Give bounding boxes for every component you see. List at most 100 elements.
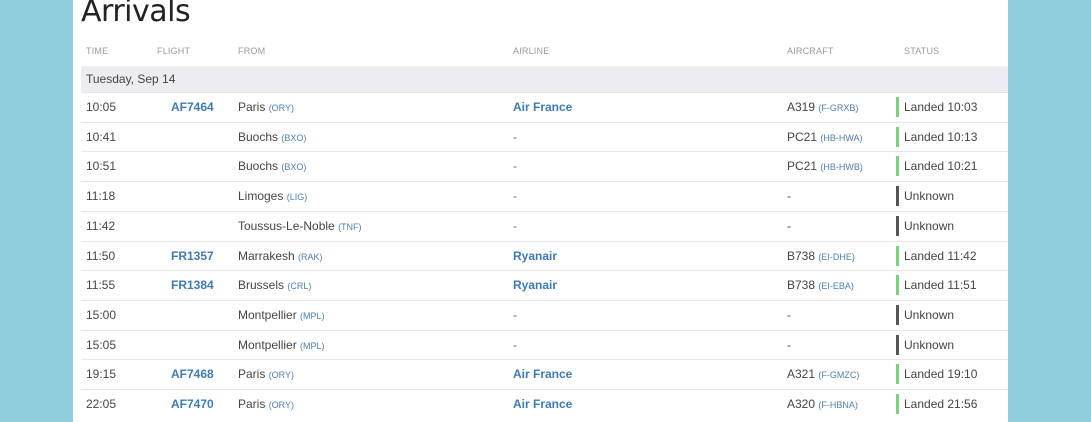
arrival-time: 19:15 bbox=[86, 367, 117, 382]
aircraft-info: - bbox=[787, 219, 791, 233]
origin-airport[interactable]: Paris (ORY) bbox=[238, 100, 294, 114]
column-header-flight: FLIGHT bbox=[157, 46, 191, 56]
aircraft-info: PC21 (HB-HWB) bbox=[787, 159, 863, 173]
airline-link[interactable]: Ryanair bbox=[513, 249, 557, 263]
aircraft-type: A321 bbox=[787, 367, 816, 382]
origin-code[interactable]: (BXO) bbox=[281, 133, 306, 143]
page-title: Arrivals bbox=[81, 0, 191, 29]
origin-code[interactable]: (CRL) bbox=[287, 281, 311, 291]
aircraft-info: - bbox=[787, 338, 791, 352]
status-text: Landed 19:10 bbox=[904, 367, 978, 382]
origin-airport[interactable]: Marrakesh (RAK) bbox=[238, 249, 323, 263]
table-row[interactable]: 10:05 AF7464 Paris (ORY) Air France A319 (F-… bbox=[81, 92, 1008, 122]
origin-airport[interactable]: Brussels (CRL) bbox=[238, 278, 311, 292]
aircraft-info: - bbox=[787, 189, 791, 203]
origin-airport[interactable]: Limoges (LIG) bbox=[238, 189, 307, 203]
aircraft-registration-link[interactable]: (EI-DHE) bbox=[818, 252, 855, 262]
flight-number-link[interactable]: FR1357 bbox=[171, 249, 214, 263]
status-indicator bbox=[896, 364, 899, 385]
status-indicator bbox=[896, 156, 899, 177]
table-row[interactable]: 10:41 Buochs (BXO) - PC21 (HB-HWA) Landed 10… bbox=[81, 121, 1008, 152]
aircraft-registration-link[interactable]: (HB-HWA) bbox=[820, 133, 862, 143]
table-row[interactable]: 11:18 Limoges (LIG) - - Unknown bbox=[81, 181, 1008, 211]
origin-city: Brussels bbox=[238, 278, 285, 293]
origin-city: Montpellier bbox=[238, 337, 297, 352]
arrival-time: 10:41 bbox=[86, 129, 117, 144]
table-row[interactable]: 11:50 FR1357 Marrakesh (RAK) Ryanair B738 (E… bbox=[81, 240, 1008, 271]
origin-code[interactable]: (MPL) bbox=[300, 341, 325, 351]
airline-link[interactable]: Ryanair bbox=[513, 278, 557, 292]
airline-link: - bbox=[513, 189, 517, 204]
origin-airport[interactable]: Paris (ORY) bbox=[238, 397, 294, 411]
table-row[interactable]: 15:05 Montpellier (MPL) - - Unknown bbox=[81, 329, 1008, 360]
aircraft-registration-link[interactable]: (EI-EBA) bbox=[818, 281, 854, 291]
status-indicator bbox=[896, 304, 899, 325]
table-row[interactable]: 10:51 Buochs (BXO) - PC21 (HB-HWB) Landed 10… bbox=[81, 151, 1008, 181]
arrival-time: 11:42 bbox=[86, 218, 116, 233]
aircraft-type: B738 bbox=[787, 248, 816, 263]
table-row[interactable]: 15:00 Montpellier (MPL) - - Unknown bbox=[81, 299, 1008, 330]
arrival-time: 10:51 bbox=[86, 159, 117, 174]
arrival-time: 11:55 bbox=[86, 278, 116, 293]
arrival-time: 11:18 bbox=[86, 189, 116, 204]
status-text: Landed 10:21 bbox=[904, 159, 978, 174]
status-text: Unknown bbox=[904, 307, 955, 322]
origin-code[interactable]: (TNF) bbox=[338, 222, 362, 232]
origin-airport[interactable]: Toussus-Le-Noble (TNF) bbox=[238, 219, 362, 233]
arrival-time: 15:05 bbox=[86, 337, 117, 352]
day-separator: Tuesday, Sep 14 bbox=[81, 66, 1008, 92]
table-row[interactable]: 11:55 FR1384 Brussels (CRL) Ryanair B738 (EI… bbox=[81, 270, 1008, 300]
arrival-time: 22:05 bbox=[86, 397, 117, 411]
aircraft-type: A319 bbox=[787, 100, 816, 114]
origin-code[interactable]: (BXO) bbox=[281, 162, 306, 172]
origin-city: Paris bbox=[238, 100, 266, 114]
aircraft-registration-link[interactable]: (F-GMZC) bbox=[818, 370, 859, 380]
origin-city: Buochs bbox=[238, 129, 279, 144]
airline-link[interactable]: Air France bbox=[513, 367, 572, 381]
aircraft-registration-link[interactable]: (F-GRXB) bbox=[818, 103, 858, 113]
origin-airport[interactable]: Montpellier (MPL) bbox=[238, 308, 325, 322]
flight-number-link[interactable]: AF7470 bbox=[171, 397, 214, 411]
airline-link: - bbox=[513, 337, 517, 352]
origin-city: Marrakesh bbox=[238, 248, 295, 263]
aircraft-info: B738 (EI-DHE) bbox=[787, 249, 855, 263]
origin-code[interactable]: (MPL) bbox=[300, 311, 325, 321]
airline-link[interactable]: Air France bbox=[513, 100, 572, 114]
flight-number-link[interactable]: FR1384 bbox=[171, 278, 214, 292]
column-header-time: TIME bbox=[86, 46, 109, 56]
origin-airport[interactable]: Buochs (BXO) bbox=[238, 130, 306, 144]
aircraft-type: - bbox=[787, 307, 791, 322]
origin-city: Paris bbox=[238, 367, 266, 382]
origin-code[interactable]: (ORY) bbox=[269, 370, 294, 380]
table-row[interactable]: 19:15 AF7468 Paris (ORY) Air France A321 (F-… bbox=[81, 359, 1008, 389]
status-indicator bbox=[896, 97, 899, 117]
origin-airport[interactable]: Paris (ORY) bbox=[238, 367, 294, 381]
origin-city: Limoges bbox=[238, 189, 284, 204]
origin-airport[interactable]: Montpellier (MPL) bbox=[238, 338, 325, 352]
origin-code[interactable]: (ORY) bbox=[269, 400, 294, 410]
origin-city: Buochs bbox=[238, 159, 279, 174]
origin-code[interactable]: (RAK) bbox=[298, 252, 323, 262]
aircraft-registration-link[interactable]: (F-HBNA) bbox=[818, 400, 858, 410]
status-text: Landed 11:42 bbox=[904, 248, 977, 263]
origin-code[interactable]: (LIG) bbox=[287, 192, 308, 202]
status-text: Unknown bbox=[904, 189, 955, 204]
aircraft-registration-link[interactable]: (HB-HWB) bbox=[820, 162, 863, 172]
arrival-time: 10:05 bbox=[86, 100, 117, 114]
aircraft-info: A321 (F-GMZC) bbox=[787, 367, 859, 381]
column-header-aircraft: AIRCRAFT bbox=[787, 46, 834, 56]
arrivals-panel: Arrivals TIME FLIGHT FROM AIRLINE AIRCRA… bbox=[73, 0, 1008, 422]
status-text: Landed 11:51 bbox=[904, 278, 977, 293]
status-indicator bbox=[896, 394, 899, 414]
origin-airport[interactable]: Buochs (BXO) bbox=[238, 159, 306, 173]
origin-code[interactable]: (ORY) bbox=[269, 103, 294, 113]
status-text: Landed 10:13 bbox=[904, 129, 978, 144]
table-row[interactable]: 22:05 AF7470 Paris (ORY) Air France A320 (F-… bbox=[81, 389, 1008, 419]
column-header-status: STATUS bbox=[904, 46, 940, 56]
flight-number-link[interactable]: AF7464 bbox=[171, 100, 214, 114]
airline-link[interactable]: Air France bbox=[513, 397, 572, 411]
table-row[interactable]: 11:42 Toussus-Le-Noble (TNF) - - Unknown bbox=[81, 210, 1008, 241]
status-text: Unknown bbox=[904, 337, 955, 352]
flight-number-link[interactable]: AF7468 bbox=[171, 367, 214, 381]
aircraft-info: A320 (F-HBNA) bbox=[787, 397, 858, 411]
